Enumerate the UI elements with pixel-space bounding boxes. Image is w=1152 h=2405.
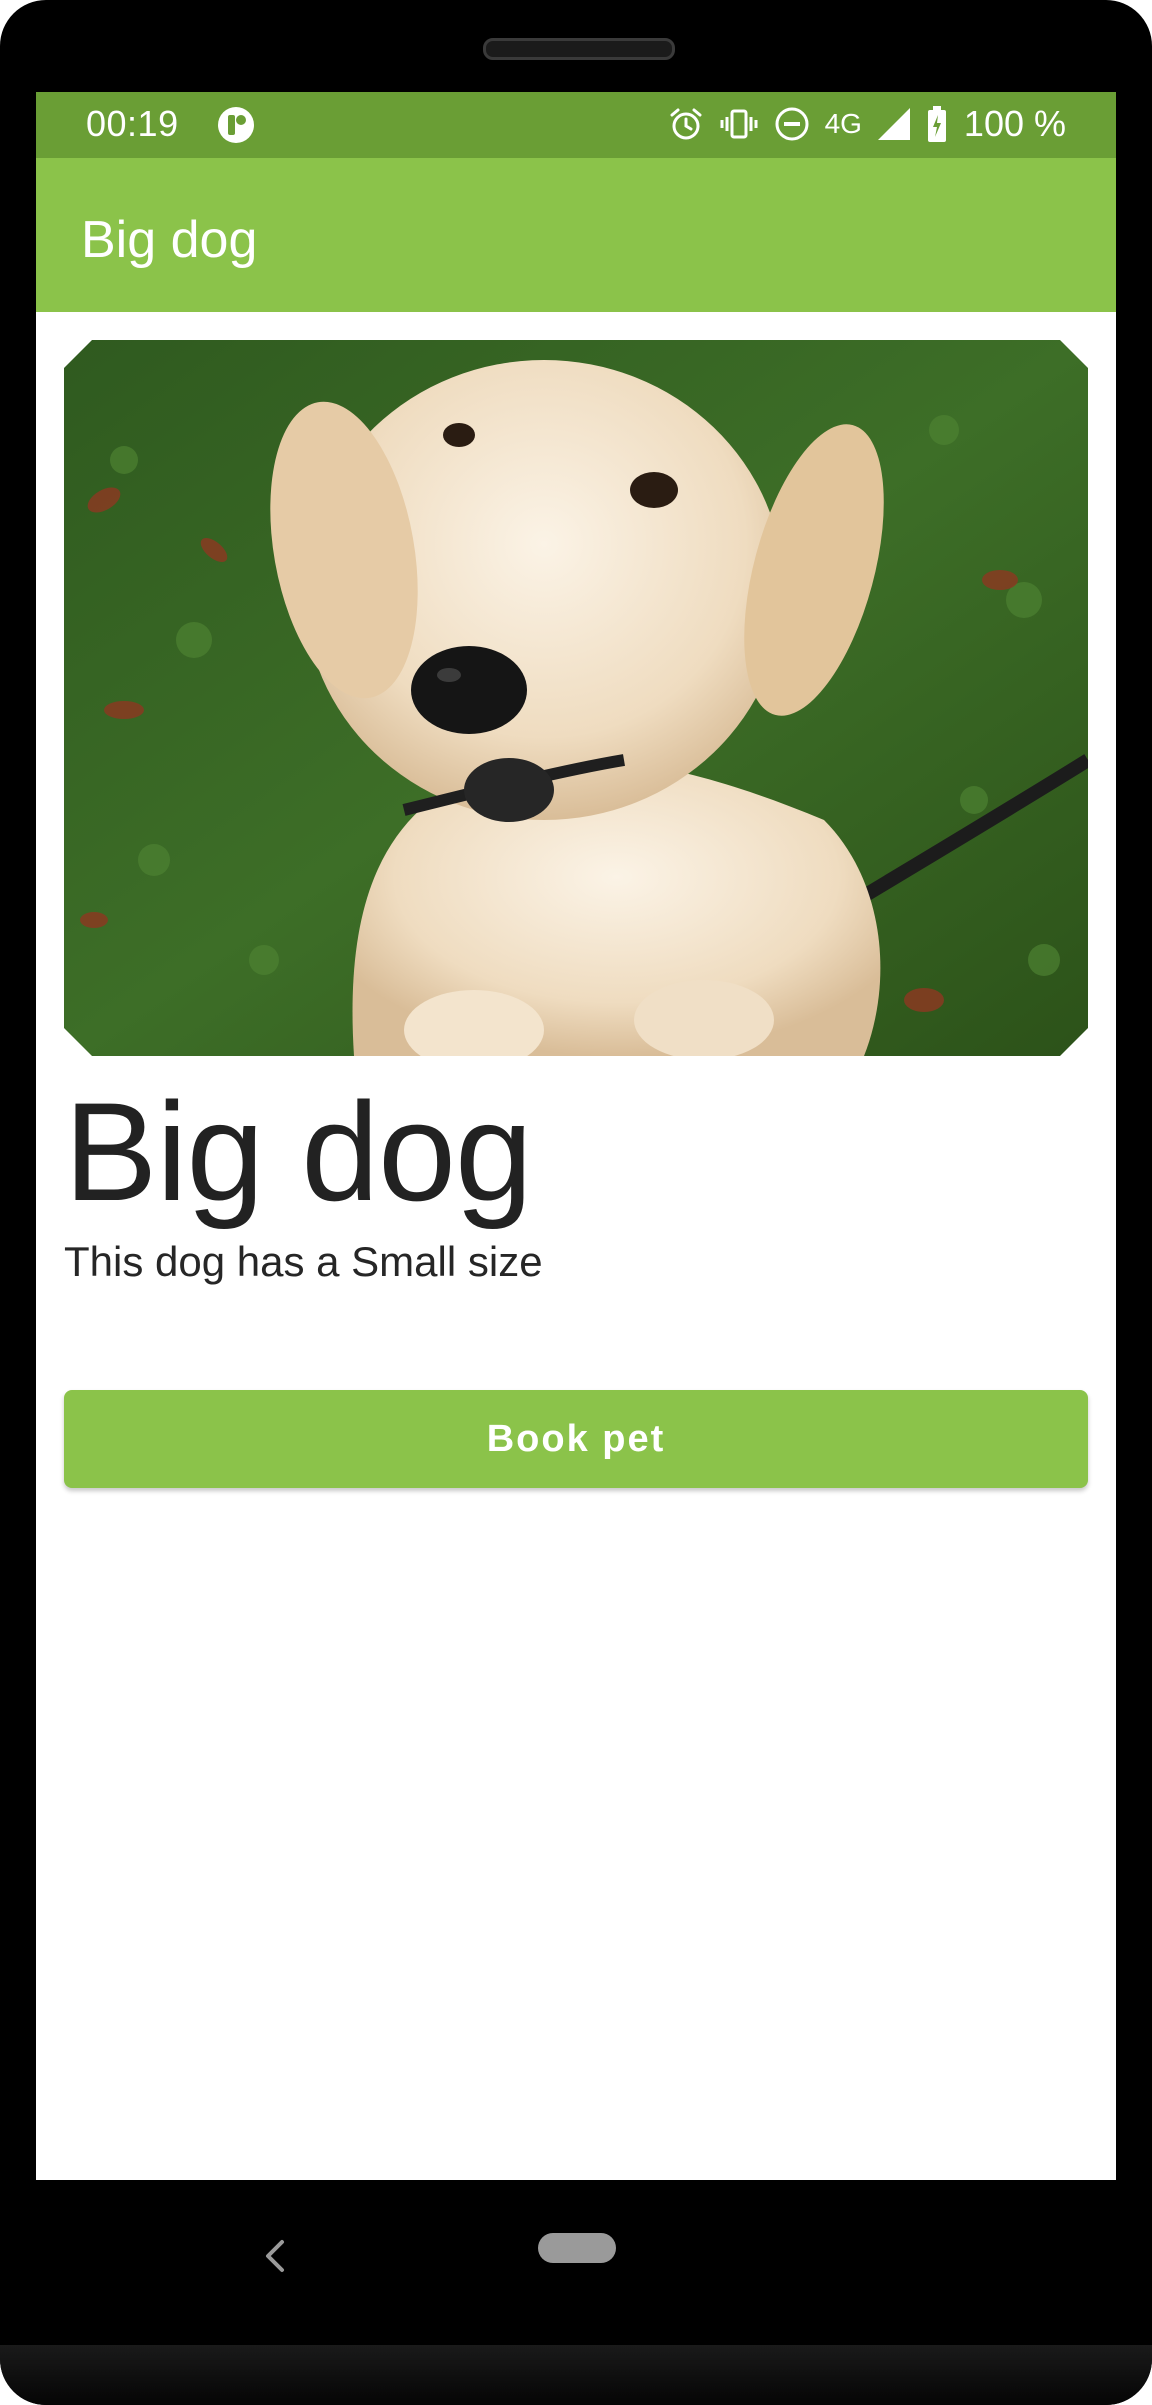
status-time: 00:19 <box>86 103 179 144</box>
book-pet-button[interactable]: Book pet <box>64 1390 1088 1488</box>
device-bottom-edge <box>0 2345 1152 2405</box>
back-icon[interactable] <box>262 2236 288 2281</box>
screen: 00:19 4G 100 % Big dog Big dog This dog … <box>36 92 1116 2180</box>
home-pill[interactable] <box>538 2233 616 2263</box>
navigation-bar <box>0 2180 1152 2340</box>
battery-charging-icon <box>926 105 948 143</box>
pet-description: This dog has a Small size <box>64 1238 543 1285</box>
status-icons: 4G 100 % <box>667 104 1066 144</box>
network-type: 4G <box>824 108 862 139</box>
vibrate-icon <box>719 105 759 143</box>
pet-name-heading: Big dog <box>64 1073 533 1230</box>
signal-icon <box>876 106 912 142</box>
app-bar-title: Big dog <box>81 211 258 269</box>
battery-level: 100 % <box>963 103 1066 144</box>
app-notification-icon <box>216 105 256 150</box>
phone-frame: 00:19 4G 100 % Big dog Big dog This dog … <box>0 0 1152 2405</box>
do-not-disturb-icon <box>773 105 811 143</box>
alarm-icon <box>667 105 705 143</box>
status-bar: 00:19 4G 100 % <box>36 92 1116 158</box>
dog-photo <box>64 340 1088 1056</box>
app-bar: Big dog <box>36 158 1116 312</box>
earpiece-speaker <box>483 38 675 60</box>
